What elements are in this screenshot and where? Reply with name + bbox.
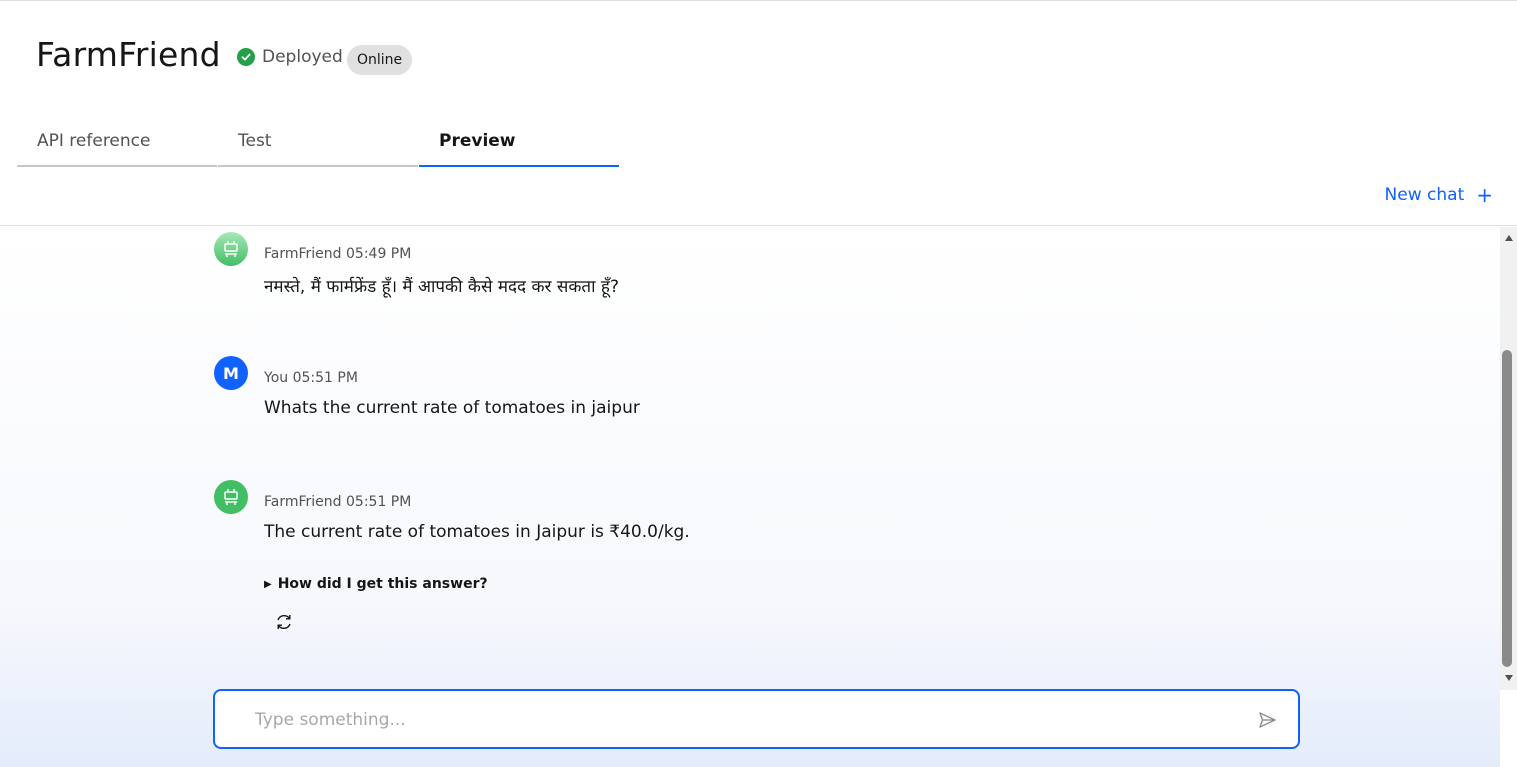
tab-preview[interactable]: Preview (419, 119, 619, 167)
scroll-up-icon[interactable] (1500, 231, 1517, 245)
details-label: How did I get this answer? (277, 576, 488, 592)
send-button[interactable] (1256, 709, 1278, 731)
plus-icon: + (1476, 183, 1493, 207)
page-title: FarmFriend (36, 35, 221, 74)
message-meta: FarmFriend 05:49 PM (264, 246, 411, 262)
sender-name: FarmFriend (264, 494, 342, 510)
scrollbar-thumb[interactable] (1502, 350, 1512, 667)
message-text: नमस्ते, मैं फार्मफ्रेंड हूँ। मैं आपकी कै… (264, 277, 619, 297)
regenerate-button[interactable] (272, 610, 296, 634)
new-chat-button[interactable]: New chat + (1385, 185, 1493, 205)
sender-name: You (264, 370, 289, 386)
deployment-status: Deployed (237, 47, 343, 67)
send-icon (1259, 712, 1276, 728)
tab-test[interactable]: Test (218, 119, 418, 167)
message-time: 05:51 PM (292, 370, 358, 386)
chat-area: FarmFriend 05:49 PM नमस्ते, मैं फार्मफ्र… (0, 227, 1500, 767)
message-input[interactable] (255, 706, 1235, 734)
message-text: The current rate of tomatoes in Jaipur i… (264, 522, 690, 542)
status-badge: Online (347, 45, 413, 75)
robot-icon (214, 480, 248, 514)
new-chat-label: New chat (1384, 185, 1465, 205)
refresh-icon (277, 614, 291, 630)
app-header: FarmFriend Deployed Online API reference… (0, 0, 1517, 226)
status-label: Deployed (262, 47, 343, 67)
message-time: 05:49 PM (346, 246, 412, 262)
scroll-down-icon[interactable] (1500, 671, 1517, 685)
sender-name: FarmFriend (264, 246, 342, 262)
message-meta: FarmFriend 05:51 PM (264, 494, 411, 510)
message-text: Whats the current rate of tomatoes in ja… (264, 398, 640, 418)
tab-bar: API reference Test Preview (17, 119, 620, 167)
answer-explanation-toggle[interactable]: ▶ How did I get this answer? (264, 576, 488, 592)
avatar: M (214, 356, 248, 390)
robot-icon (214, 232, 248, 266)
caret-right-icon: ▶ (264, 578, 272, 590)
tab-api-reference[interactable]: API reference (17, 119, 217, 167)
message-time: 05:51 PM (346, 494, 412, 510)
message-meta: You 05:51 PM (264, 370, 358, 386)
message-input-box (213, 689, 1300, 749)
scrollbar[interactable] (1500, 227, 1517, 690)
check-circle-icon (237, 48, 255, 66)
